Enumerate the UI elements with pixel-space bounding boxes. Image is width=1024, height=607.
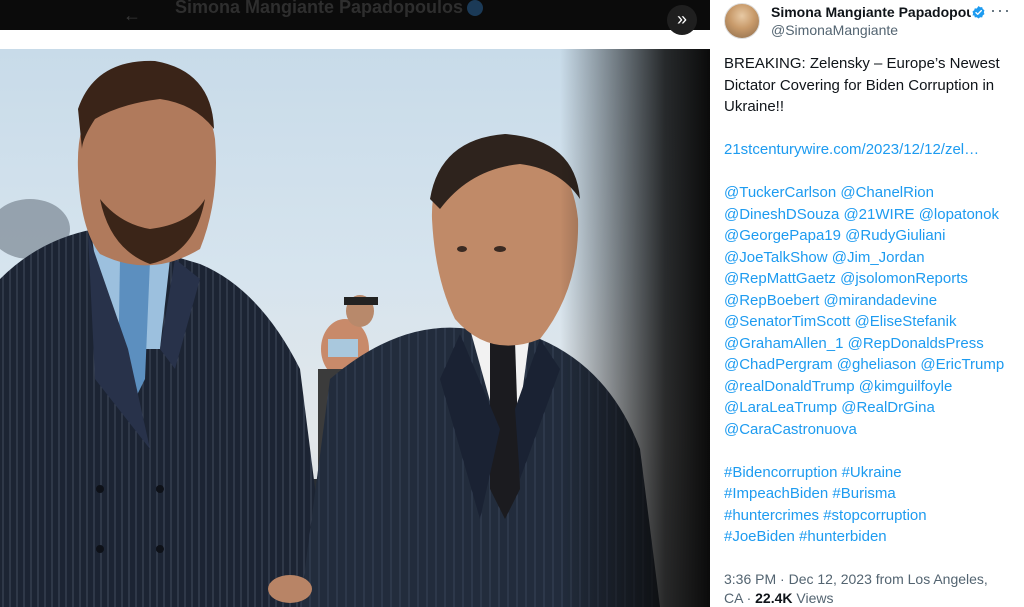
mention-line[interactable]: @TuckerCarlson @ChanelRion — [724, 184, 934, 201]
mention-line[interactable]: @JoeTalkShow @Jim_Jordan — [724, 249, 925, 266]
back-arrow-icon[interactable]: ← — [123, 5, 141, 26]
mention-line[interactable]: @SenatorTimScott @EliseStefanik — [724, 313, 957, 330]
article-link[interactable]: 21stcenturywire.com/2023/12/12/zel… — [724, 141, 979, 158]
hashtag-line[interactable]: #ImpeachBiden #Burisma — [724, 485, 896, 502]
mention-line[interactable]: @GeorgePapa19 @RudyGiuliani — [724, 227, 945, 244]
mention-line[interactable]: @realDonaldTrump @kimguilfoyle — [724, 378, 952, 395]
media-viewer: ← Simona Mangiante Papadopoulos » — [0, 0, 710, 607]
background-profile-header: ← Simona Mangiante Papadopoulos — [0, 0, 710, 30]
author-avatar[interactable] — [724, 3, 760, 39]
verified-badge-icon — [972, 5, 985, 19]
verified-badge-icon — [467, 0, 484, 17]
tweet-text: BREAKING: Zelensky – Europe’s Newest Dic… — [724, 53, 1016, 569]
author-handle[interactable]: @SimonaMangiante — [771, 22, 898, 38]
mention-line[interactable]: @ChadPergram @gheliason @EricTrump — [724, 356, 1004, 373]
tweet-panel: Simona Mangiante Papadopou ··· @SimonaMa… — [710, 0, 1024, 607]
hashtags-block: #Bidencorruption #Ukraine #ImpeachBiden … — [724, 462, 1016, 548]
expand-panel-button[interactable]: » — [667, 5, 697, 35]
tweet-photo[interactable] — [0, 49, 710, 607]
mention-line[interactable]: @CaraCastronuova — [724, 421, 857, 438]
more-options-icon[interactable]: ··· — [990, 0, 1011, 21]
author-name[interactable]: Simona Mangiante Papadopou — [771, 4, 971, 20]
hashtag-line[interactable]: #JoeBiden #hunterbiden — [724, 528, 887, 545]
views-count: 22.4K — [755, 590, 793, 606]
views-label: Views — [792, 590, 834, 606]
mention-line[interactable]: @DineshDSouza @21WIRE @lopatonok — [724, 206, 999, 223]
mention-line[interactable]: @RepBoebert @mirandadevine — [724, 292, 937, 309]
tweet-headline: BREAKING: Zelensky – Europe’s Newest Dic… — [724, 55, 1000, 115]
photo-vignette — [560, 49, 710, 607]
mention-line[interactable]: @GrahamAllen_1 @RepDonaldsPress — [724, 335, 984, 352]
tweet-location: CA · — [724, 590, 756, 606]
mention-line[interactable]: @LaraLeaTrump @RealDrGina — [724, 399, 935, 416]
mentions-block: @TuckerCarlson @ChanelRion @DineshDSouza… — [724, 182, 1016, 440]
tweet-meta: 3:36 PM · Dec 12, 2023 from Los Angeles,… — [724, 570, 1016, 607]
mention-line[interactable]: @RepMattGaetz @jsolomonReports — [724, 270, 968, 287]
background-profile-name: Simona Mangiante Papadopoulos — [175, 0, 484, 18]
hashtag-line[interactable]: #Bidencorruption #Ukraine — [724, 464, 902, 481]
hashtag-line[interactable]: #huntercrimes #stopcorruption — [724, 507, 927, 524]
tweet-timestamp[interactable]: 3:36 PM · Dec 12, 2023 from Los Angeles, — [724, 571, 988, 587]
image-top-border — [0, 30, 710, 49]
